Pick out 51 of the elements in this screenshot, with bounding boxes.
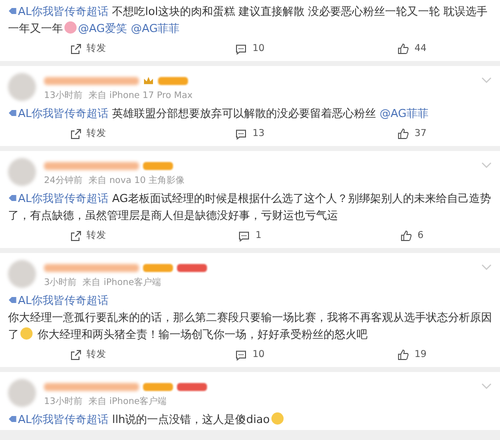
like-button[interactable]: 6 xyxy=(332,227,492,244)
comment-icon xyxy=(235,128,248,140)
post-source: 来自 iPhone客户端 xyxy=(88,396,167,408)
comment-button[interactable]: 1 xyxy=(170,227,330,244)
comment-button[interactable]: 13 xyxy=(170,125,330,142)
chevron-down-icon[interactable] xyxy=(481,77,492,84)
tag-icon xyxy=(8,7,17,15)
comment-button[interactable]: 10 xyxy=(170,346,330,363)
comment-icon xyxy=(235,348,248,360)
repost-button[interactable]: 转发 xyxy=(8,40,168,57)
post-text: AL你我皆传奇超话 llh说的一点没错，这人是傻diao xyxy=(8,411,492,428)
repost-button[interactable]: 转发 xyxy=(8,125,168,142)
share-icon xyxy=(70,230,82,242)
post-time: 13小时前 xyxy=(44,396,82,408)
post-source: 来自 nova 10 主角影像 xyxy=(88,174,185,187)
post-text: AL你我皆传奇超话 AG老板面试经理的时候是根据什么选了这个人？别绑架别人的未来给自己造势了，有点缺德，虽然管理层是商人但是缺德没好事，亏财运也亏气运 xyxy=(8,191,492,224)
crown-icon xyxy=(143,76,154,85)
share-icon xyxy=(70,348,82,360)
chevron-down-icon[interactable] xyxy=(481,383,492,390)
tag-icon xyxy=(8,194,17,202)
tag-icon xyxy=(8,296,17,304)
post-text: AL你我皆传奇超话 不想吃lol这块的肉和蛋糕 建议直接解散 没必要恶心粉丝一轮又一轮 耽误选手一年又一年 @AG爱笑 @AG菲菲 xyxy=(8,4,488,37)
like-button[interactable]: 44 xyxy=(332,40,492,57)
avatar[interactable] xyxy=(8,158,36,186)
like-button[interactable]: 19 xyxy=(332,346,492,363)
thumbs-up-icon xyxy=(397,348,410,360)
comment-button[interactable]: 10 xyxy=(170,40,330,57)
post-time: 13小时前 xyxy=(44,90,82,102)
chevron-down-icon[interactable] xyxy=(481,264,492,271)
thumbs-up-icon xyxy=(397,42,410,54)
share-icon xyxy=(70,42,82,54)
post-time: 3小时前 xyxy=(44,276,77,289)
tag-icon xyxy=(8,415,17,423)
comment-icon xyxy=(235,42,248,54)
tag-icon xyxy=(8,109,17,117)
avatar[interactable] xyxy=(8,260,36,288)
share-icon xyxy=(70,128,82,140)
post-time: 24分钟前 xyxy=(44,174,82,187)
chevron-down-icon[interactable] xyxy=(481,162,492,169)
post-text: AL你我皆传奇超话 你大经理一意孤行要乱来的的话，那么第二赛段只要输一场比赛，我将不再客观从选手状态分析原因了 你大经理和两头猪全责！输一场创飞你一场，好好承受粉丝的怒火吧 xyxy=(8,293,492,343)
avatar[interactable] xyxy=(8,73,36,101)
post-source: 来自 iPhone客户端 xyxy=(82,276,161,289)
repost-button[interactable]: 转发 xyxy=(8,227,168,244)
avatar[interactable] xyxy=(8,379,36,407)
thumbs-up-icon xyxy=(397,128,410,140)
comment-icon xyxy=(238,230,250,242)
like-button[interactable]: 37 xyxy=(332,125,492,142)
thumbs-up-icon xyxy=(400,230,412,242)
repost-button[interactable]: 转发 xyxy=(8,346,168,363)
post-source: 来自 iPhone 17 Pro Max xyxy=(88,90,193,102)
post-text: AL你我皆传奇超话 英雄联盟分部想要放弃可以解散的没必要留着恶心粉丝 @AG菲菲 xyxy=(8,105,492,122)
